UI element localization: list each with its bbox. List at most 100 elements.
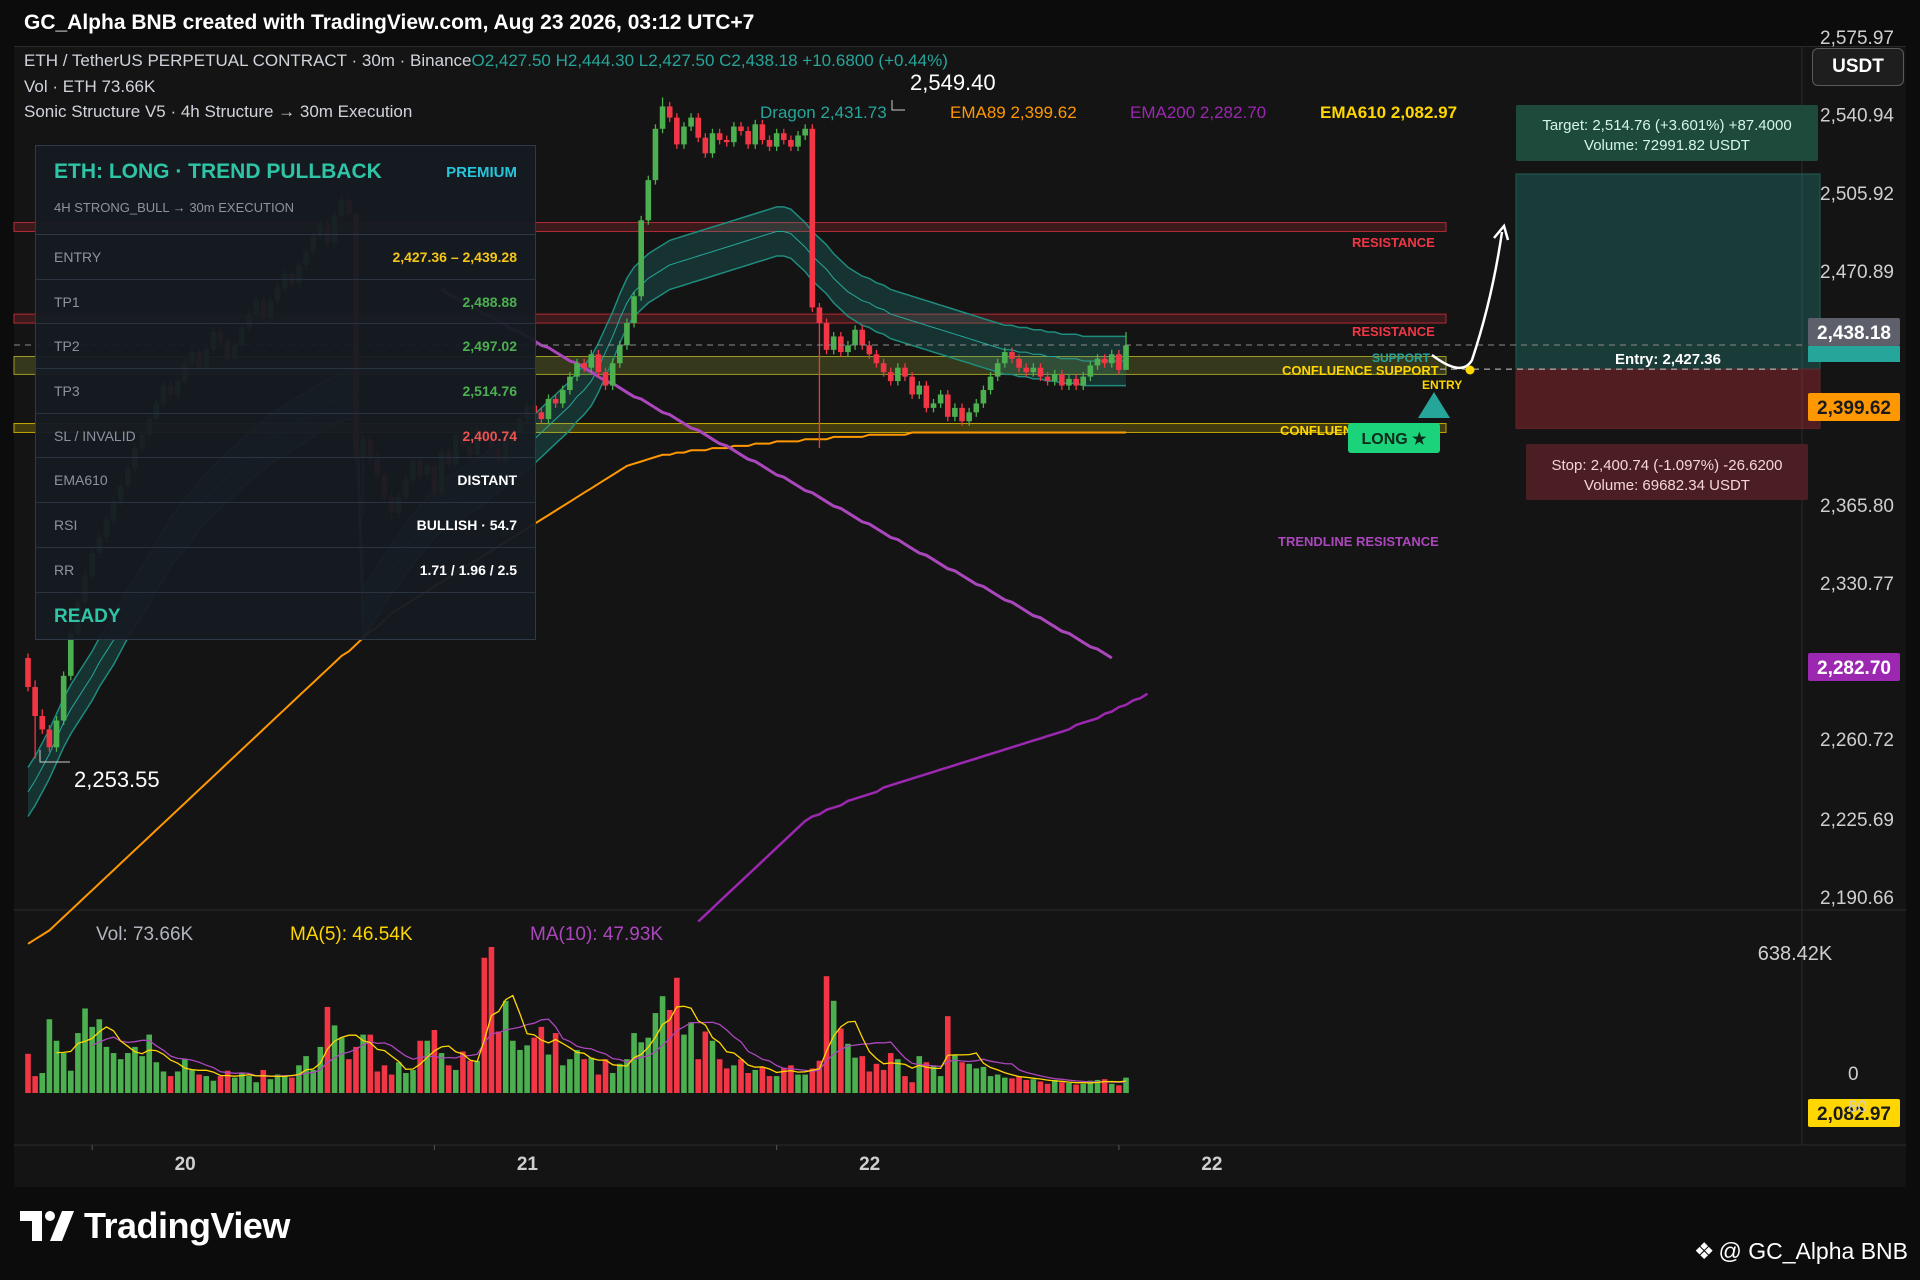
volume-bar — [638, 1042, 644, 1093]
candle-body — [994, 363, 1001, 377]
volume-bar — [1066, 1083, 1072, 1093]
volume-axis-small: 80 — [1848, 1097, 1867, 1116]
volume-bar — [909, 1082, 915, 1093]
volume-bar — [231, 1077, 238, 1093]
stop-tooltip-line2: Volume: 69682.34 USDT — [1584, 477, 1750, 494]
volume-bar — [816, 1060, 823, 1093]
volume-bar — [880, 1069, 887, 1093]
candle-body — [574, 363, 580, 377]
volume-bar — [709, 1040, 716, 1093]
candle-body — [966, 412, 972, 422]
legend-volume[interactable]: Vol · ETH 73.66K — [24, 77, 155, 97]
candle-body — [1080, 376, 1087, 386]
candle-body — [709, 133, 716, 154]
volume-axis-zero: 0 — [1848, 1064, 1859, 1085]
candle-body — [838, 336, 844, 353]
time-axis-label: 22 — [859, 1154, 880, 1175]
volume-bar — [1023, 1079, 1029, 1093]
candle-body — [545, 398, 552, 420]
volume-bar — [260, 1069, 267, 1093]
signal-row-tp2: TP2 2,497.02 — [36, 324, 535, 370]
candle-body — [809, 128, 816, 308]
candle-body — [1101, 358, 1108, 364]
volume-bar — [845, 1043, 851, 1093]
volume-bar — [731, 1065, 737, 1093]
volume-bar — [224, 1070, 231, 1093]
legend-ohlc: O2,427.50 H2,444.30 L2,427.50 C2,438.18 … — [471, 51, 948, 70]
volume-bar — [524, 1045, 530, 1093]
volume-bar — [338, 1037, 345, 1093]
volume-bar — [616, 1063, 623, 1093]
dragon-price-badge-stub — [1808, 346, 1900, 362]
candle-body — [1094, 358, 1101, 366]
volume-bar — [296, 1065, 302, 1093]
candle-body — [959, 407, 965, 422]
tradingview-logo[interactable]: TradingView — [20, 1205, 290, 1247]
candle-body — [780, 133, 787, 140]
signal-row-rr: RR 1.71 / 1.96 / 2.5 — [36, 548, 535, 593]
last-price-badge: 2,438.18 — [1817, 323, 1891, 344]
volume-bar — [346, 1059, 352, 1093]
candle-body — [937, 394, 944, 404]
candle-body — [46, 729, 53, 748]
volume-bar — [1116, 1085, 1122, 1093]
volume-bar — [267, 1079, 274, 1093]
candle-body — [1037, 367, 1044, 377]
time-axis-label: 20 — [175, 1154, 196, 1175]
target-tooltip-line1: Target: 2,514.76 (+3.601%) +87.4000 — [1542, 117, 1791, 134]
candle-body — [538, 412, 545, 420]
ema200-label: EMA200 2,282.70 — [1130, 103, 1266, 122]
candle-body — [1030, 367, 1037, 373]
volume-bar — [1002, 1077, 1008, 1093]
price-axis-tick: 2,260.72 — [1820, 730, 1894, 751]
candle-body — [25, 657, 31, 688]
price-axis-tick: 2,330.77 — [1820, 574, 1894, 595]
volume-bar — [581, 1059, 587, 1093]
projection-path — [1431, 231, 1504, 369]
volume-bar — [1059, 1082, 1065, 1093]
volume-bar — [745, 1073, 751, 1093]
volume-bar — [838, 1028, 844, 1093]
currency-button[interactable]: USDT — [1812, 48, 1904, 86]
volume-bar — [510, 1040, 516, 1093]
candle-body — [1023, 367, 1029, 373]
high-label-tick — [891, 100, 905, 111]
legend-indicator[interactable]: Sonic Structure V5 · 4h Structure → 30m … — [24, 102, 412, 122]
volume-bar — [153, 1062, 160, 1093]
volume-bar — [916, 1056, 923, 1093]
signal-panel: ETH: LONG · TREND PULLBACK PREMIUM 4H ST… — [35, 145, 536, 640]
price-axis-tick: 2,365.80 — [1820, 496, 1894, 517]
volume-bar — [438, 1053, 445, 1093]
volume-bar — [174, 1071, 181, 1093]
candle-body — [32, 687, 38, 717]
volume-bar — [873, 1063, 880, 1093]
candle-body — [873, 354, 880, 364]
volume-bar — [723, 1068, 730, 1093]
candle-body — [916, 385, 923, 395]
legend-symbol[interactable]: ETH / TetherUS PERPETUAL CONTRACT · 30m … — [24, 51, 471, 70]
volume-bar — [1123, 1077, 1129, 1093]
volume-bar — [809, 1068, 816, 1093]
volume-bar — [752, 1069, 759, 1093]
candle-body — [795, 135, 801, 147]
legend-symbol-row: ETH / TetherUS PERPETUAL CONTRACT · 30m … — [24, 51, 948, 71]
candle-body — [1108, 354, 1115, 364]
signal-subtitle: 4H STRONG_BULL → 30m EXECUTION — [54, 200, 295, 215]
candle-body — [895, 367, 901, 382]
volume-bar — [1016, 1076, 1022, 1093]
volume-bar — [1009, 1078, 1015, 1093]
volume-bar — [132, 1046, 138, 1093]
volume-bar — [281, 1076, 288, 1093]
resistance-label-upper: RESISTANCE — [1352, 235, 1435, 250]
volume-bar — [609, 1073, 616, 1093]
price-axis-tick: 2,470.89 — [1820, 262, 1894, 283]
volume-bar — [210, 1080, 217, 1093]
candle-body — [609, 363, 616, 386]
ema89-price-badge: 2,399.62 — [1817, 398, 1891, 419]
stop-tooltip-line1: Stop: 2,400.74 (-1.097%) -26.6200 — [1552, 457, 1783, 474]
volume-bar — [552, 1033, 559, 1093]
candle-body — [1016, 358, 1022, 368]
volume-bar — [759, 1066, 766, 1093]
volume-bar — [82, 1008, 88, 1093]
candle-body — [39, 716, 46, 730]
